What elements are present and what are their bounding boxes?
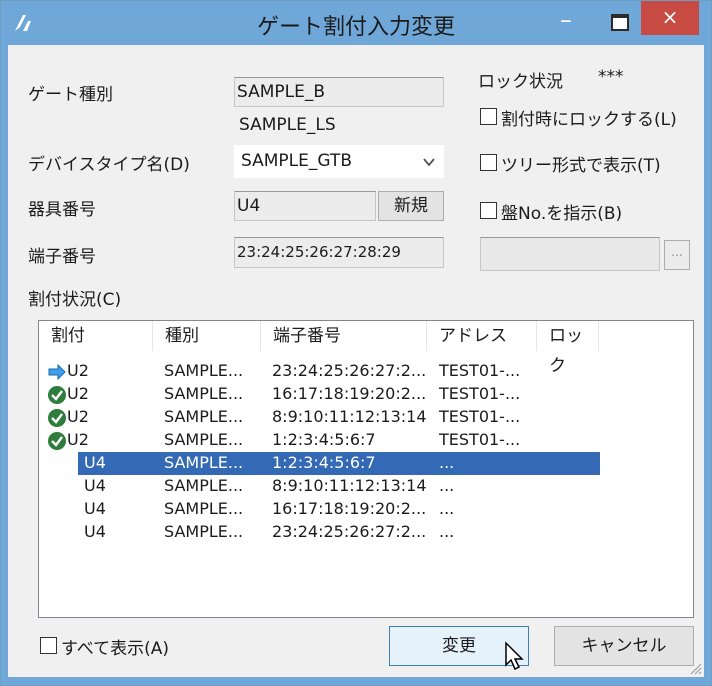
maximize-button[interactable] [595, 5, 641, 39]
column-header-type[interactable]: 種別 [153, 321, 261, 351]
device-type-value: SAMPLE_GTB [241, 151, 352, 171]
assign-status-list[interactable]: 割付 種別 端子番号 アドレス ロック U2 SAMPLE... 23:24:2… [38, 320, 694, 618]
lock-on-assign-checkbox[interactable] [480, 108, 497, 125]
lock-status-label: ロック状況 [478, 72, 563, 92]
list-item[interactable]: U2 SAMPLE... 16:17:18:19:20:2... TEST01-… [39, 383, 693, 406]
cell-terminal: 1:2:3:4:5:6:7 [272, 430, 376, 449]
cell-terminal: 16:17:18:19:20:2... [272, 499, 427, 518]
tree-view-checkbox[interactable] [480, 154, 497, 171]
board-number-input[interactable] [480, 237, 660, 271]
check-circle-icon [48, 432, 66, 450]
chevron-down-icon [423, 158, 435, 167]
cancel-button[interactable]: キャンセル [554, 626, 694, 666]
cell-address: TEST01-... [439, 361, 521, 380]
cell-terminal: 1:2:3:4:5:6:7 [272, 453, 376, 472]
cell-type: SAMPLE... [164, 476, 244, 495]
gate-type-subvalue: SAMPLE_LS [239, 115, 336, 135]
cell-type: SAMPLE... [164, 361, 244, 380]
close-button[interactable]: × [641, 1, 699, 35]
cell-assign: U4 [84, 522, 106, 541]
minimize-button[interactable]: – [543, 5, 589, 39]
maximize-icon [611, 14, 629, 31]
board-number-checkbox[interactable] [480, 202, 497, 219]
check-circle-icon [48, 409, 66, 427]
dialog-body: ゲート種別 SAMPLE_B SAMPLE_LS ロック状況 *** 割付時にロ… [8, 45, 704, 677]
terminal-number-field: 23:24:25:26:27:28:29 [234, 237, 444, 268]
list-item[interactable]: U4 SAMPLE... 16:17:18:19:20:2... ... [39, 498, 693, 521]
list-header: 割付 種別 端子番号 アドレス ロック [39, 321, 693, 376]
fixture-number-label: 器具番号 [28, 200, 96, 220]
cell-terminal: 8:9:10:11:12:13:14 [272, 476, 427, 495]
cell-assign: U2 [67, 361, 89, 380]
cell-terminal: 16:17:18:19:20:2... [272, 384, 427, 403]
cell-assign: U2 [67, 407, 89, 426]
device-type-label: デバイスタイプ名(D) [28, 155, 190, 175]
list-item[interactable]: U4 SAMPLE... 8:9:10:11:12:13:14 ... [39, 475, 693, 498]
device-type-select[interactable]: SAMPLE_GTB [234, 145, 444, 178]
dialog-window: ゲート割付入力変更 – × ゲート種別 SAMPLE_B SAMPLE_LS ロ… [0, 0, 712, 686]
assign-status-label: 割付状況(C) [28, 290, 122, 310]
cell-terminal: 8:9:10:11:12:13:14 [272, 407, 427, 426]
gate-type-field: SAMPLE_B [234, 77, 444, 107]
cell-address: TEST01-... [439, 384, 521, 403]
board-number-label: 盤No.を指示(B) [501, 204, 623, 224]
cell-type: SAMPLE... [164, 499, 244, 518]
mouse-cursor-icon [505, 641, 524, 671]
lock-on-assign-label: 割付時にロックする(L) [501, 110, 677, 130]
list-item[interactable]: U2 SAMPLE... 1:2:3:4:5:6:7 TEST01-... [39, 429, 693, 452]
terminal-number-label: 端子番号 [28, 247, 96, 267]
cell-type: SAMPLE... [164, 384, 244, 403]
new-button[interactable]: 新規 [378, 191, 444, 221]
cell-terminal: 23:24:25:26:27:2... [272, 361, 427, 380]
column-header-lock[interactable]: ロック [537, 321, 599, 376]
cell-assign: U2 [67, 430, 89, 449]
cell-assign: U4 [84, 499, 106, 518]
column-header-assign[interactable]: 割付 [39, 321, 153, 351]
fixture-number-field: U4 [234, 191, 376, 221]
column-header-terminal[interactable]: 端子番号 [261, 321, 427, 351]
list-item-selected[interactable]: U4 SAMPLE... 1:2:3:4:5:6:7 ... [39, 452, 693, 475]
cell-address: ... [439, 476, 455, 495]
list-item[interactable]: U2 SAMPLE... 23:24:25:26:27:2... TEST01-… [39, 360, 693, 383]
cell-assign: U4 [84, 476, 106, 495]
cell-type: SAMPLE... [164, 430, 244, 449]
cell-address: ... [439, 522, 455, 541]
cell-terminal: 23:24:25:26:27:2... [272, 522, 427, 541]
cell-address: TEST01-... [439, 407, 521, 426]
cell-address: ... [439, 453, 455, 472]
cell-assign: U2 [67, 384, 89, 403]
cell-type: SAMPLE... [164, 522, 244, 541]
show-all-checkbox[interactable] [40, 637, 57, 654]
lock-status-value: *** [598, 67, 624, 87]
column-header-address[interactable]: アドレス [427, 321, 537, 351]
list-item[interactable]: U4 SAMPLE... 23:24:25:26:27:2... ... [39, 521, 693, 544]
cell-type: SAMPLE... [164, 407, 244, 426]
show-all-label: すべて表示(A) [61, 639, 170, 659]
title-bar[interactable]: ゲート割付入力変更 – × [1, 1, 711, 45]
tree-view-label: ツリー形式で表示(T) [501, 156, 661, 176]
cell-assign: U4 [84, 453, 106, 472]
cell-type: SAMPLE... [164, 453, 244, 472]
board-browse-button[interactable]: ... [664, 240, 690, 270]
list-item[interactable]: U2 SAMPLE... 8:9:10:11:12:13:14 TEST01-.… [39, 406, 693, 429]
resize-grip-icon[interactable] [688, 661, 702, 675]
check-circle-icon [48, 386, 66, 404]
cell-address: ... [439, 499, 455, 518]
cell-address: TEST01-... [439, 430, 521, 449]
gate-type-label: ゲート種別 [28, 85, 113, 105]
arrow-right-icon [48, 363, 66, 381]
